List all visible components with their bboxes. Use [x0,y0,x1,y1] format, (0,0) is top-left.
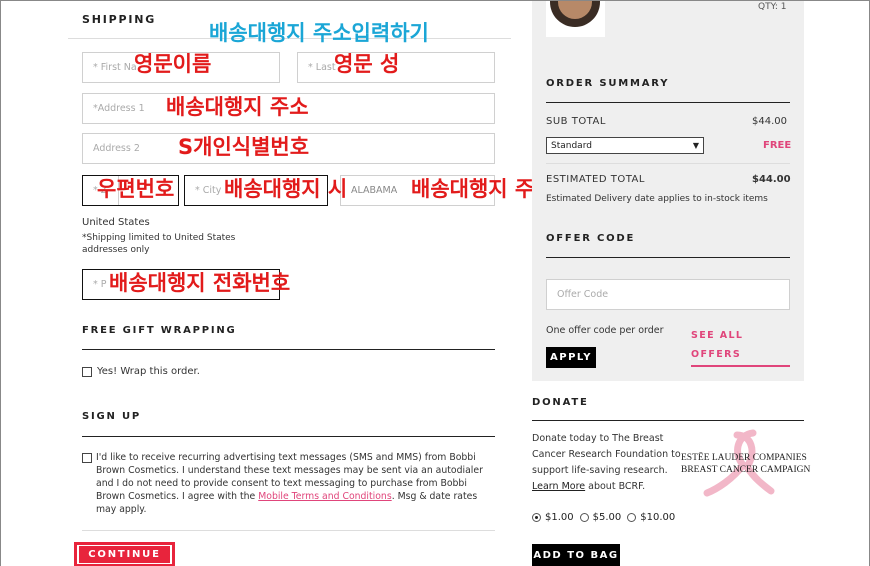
apply-label: APPLY [550,352,592,363]
annotation-address2: S개인식별번호 [178,135,310,159]
see-all-offers-label: SEE ALL OFFERS [691,330,744,360]
donate-divider [532,420,804,421]
logo-line-2: BREAST CANCER CAMPAIGN [681,465,811,475]
shipping-method-value: Standard [551,140,592,151]
address2-placeholder: Address 2 [93,143,140,154]
last-name-placeholder: * Last [308,62,336,73]
donate-option-10-label: $10.00 [640,512,676,523]
signup-checkbox[interactable] [82,453,92,463]
pink-ribbon-icon [703,429,775,497]
subtotal-label: SUB TOTAL [546,116,606,127]
donate-option-10[interactable]: $10.00 [627,512,675,523]
offer-code-input[interactable]: Offer Code [546,279,790,310]
signup-consent: I'd like to receive recurring advertisin… [82,451,495,516]
shipping-title: SHIPPING [82,13,157,26]
country-label: United States [82,217,150,228]
logo-line-1: ESTĒE LAUDER COMPANIES [681,453,807,463]
first-name-placeholder: * First Na [93,62,137,73]
dropdown-arrow-icon: ▼ [692,141,699,150]
signup-title: SIGN UP [82,411,142,422]
annotation-city: 배송대행지 시 [224,177,348,201]
annotation-state: 배송대행지 주 [411,177,535,201]
checkout-page: SHIPPING 배송대행지 주소입력하기 * First Na 영문이름 * … [0,0,870,566]
delivery-note: Estimated Delivery date applies to in-st… [546,194,768,204]
order-summary-divider [546,102,790,103]
continue-button[interactable]: CONTINUE [79,546,170,563]
annotation-phone: 배송대행지 전화번호 [109,271,291,295]
continue-label: CONTINUE [88,549,161,560]
order-summary-title: ORDER SUMMARY [546,78,670,89]
offer-code-title: OFFER CODE [546,233,636,244]
summary-divider [546,163,790,164]
donate-title: DONATE [532,397,589,408]
radio-10[interactable] [627,513,637,522]
offer-note: One offer code per order [546,325,664,336]
donate-text: Donate today to The Breast Cancer Resear… [532,431,682,495]
product-thumbnail [546,1,605,37]
donate-option-1[interactable]: $1.00 [532,512,574,523]
shipping-cost: FREE [763,140,792,151]
signup-consent-text: I'd like to receive recurring advertisin… [96,451,494,516]
donate-option-1-label: $1.00 [545,512,574,523]
subtotal-value: $44.00 [752,116,787,127]
bcrf-logo: ESTĒE LAUDER COMPANIES BREAST CANCER CAM… [681,429,811,499]
apply-button[interactable]: APPLY [546,347,596,368]
offer-code-placeholder: Offer Code [557,289,609,300]
add-to-bag-button[interactable]: ADD TO BAG [532,544,620,566]
donate-text-1: Donate today to The Breast Cancer Resear… [532,433,681,476]
estimated-total-value: $44.00 [752,174,791,185]
add-to-bag-label: ADD TO BAG [533,549,619,561]
gift-wrap-option[interactable]: Yes! Wrap this order. [82,365,200,378]
learn-more-link[interactable]: Learn More [532,481,585,492]
donate-options: $1.00 $5.00 $10.00 [532,512,675,523]
gift-wrap-title: FREE GIFT WRAPPING [82,325,237,336]
gift-wrap-label: Yes! Wrap this order. [97,366,200,377]
signup-bottom-divider [82,530,495,531]
annotation-last-name: 영문 성 [334,52,400,76]
radio-1[interactable] [532,513,541,522]
signup-divider [82,436,495,437]
state-value: ALABAMA [351,185,398,196]
annotation-first-name: 영문이름 [134,52,212,76]
cart-qty: QTY: 1 [758,2,787,12]
gift-wrap-checkbox[interactable] [82,366,92,377]
donate-text-2: about BCRF. [585,481,646,492]
shipping-method-select[interactable]: Standard ▼ [546,137,704,154]
address1-placeholder: *Address 1 [93,103,145,114]
shipping-note: *Shipping limited to United States addre… [82,233,236,255]
see-all-offers-link[interactable]: SEE ALL OFFERS [691,323,790,367]
annotation-zip: 우편번호 [97,177,175,201]
gift-wrap-divider [82,349,495,350]
donate-option-5-label: $5.00 [592,512,622,523]
annotation-address1: 배송대행지 주소 [166,95,309,119]
annotation-header: 배송대행지 주소입력하기 [209,21,429,45]
mobile-terms-link[interactable]: Mobile Terms and Conditions [258,491,391,502]
donate-option-5[interactable]: $5.00 [579,512,622,523]
compact-powder-icon [550,1,600,27]
offer-code-divider [546,257,790,258]
radio-5[interactable] [579,513,589,522]
estimated-total-label: ESTIMATED TOTAL [546,174,645,185]
